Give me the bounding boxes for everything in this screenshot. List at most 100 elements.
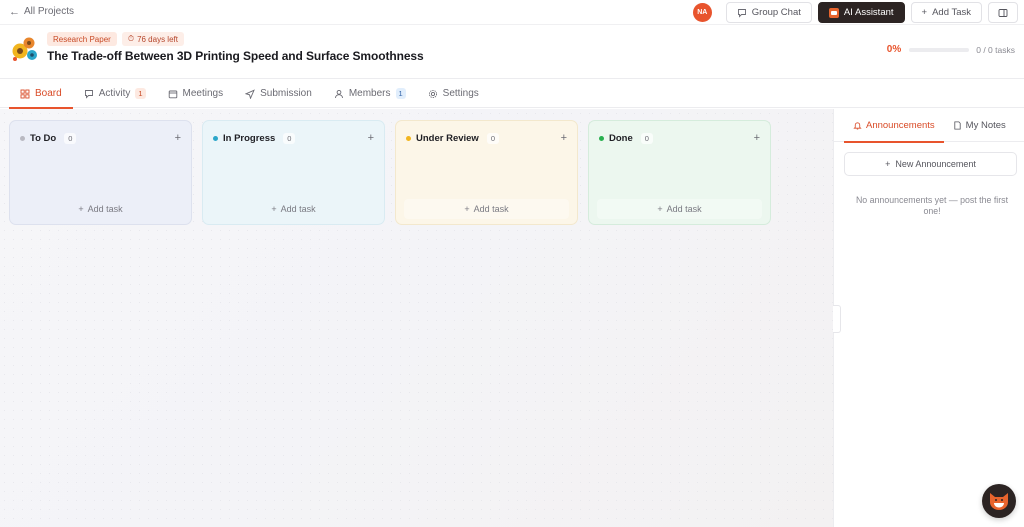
- tab-label: Board: [35, 88, 62, 99]
- column-in-progress: In Progress 0 + + Add task: [202, 120, 385, 225]
- column-add-icon[interactable]: +: [561, 132, 567, 144]
- project-type-badge: Research Paper: [47, 32, 117, 46]
- tab-label: Activity: [98, 88, 131, 99]
- project-gears-icon: [12, 37, 37, 61]
- project-progress: 0% 0 / 0 tasks: [887, 44, 1015, 55]
- tab-settings[interactable]: Settings: [417, 79, 490, 108]
- project-tags: Research Paper ⏱ 76 days left: [47, 32, 184, 46]
- top-bar: ← All Projects NA Group Chat AI Assistan…: [0, 0, 1024, 24]
- status-dot: [20, 135, 25, 141]
- tab-board[interactable]: Board: [9, 79, 73, 109]
- members-count-badge: 1: [395, 88, 406, 99]
- status-dot: [213, 135, 218, 141]
- column-count: 0: [486, 132, 499, 144]
- column-title: In Progress: [223, 132, 276, 144]
- deadline-label: 76 days left: [137, 34, 178, 44]
- tab-label: Settings: [442, 88, 479, 99]
- new-announcement-button[interactable]: + New Announcement: [844, 152, 1017, 176]
- send-icon: [245, 88, 255, 99]
- all-projects-link[interactable]: ← All Projects: [9, 6, 74, 17]
- add-task-label: Add task: [280, 204, 316, 214]
- group-chat-label: Group Chat: [751, 7, 801, 18]
- add-task-label: Add task: [473, 204, 509, 214]
- tab-members[interactable]: Members 1: [323, 79, 417, 108]
- all-projects-label: All Projects: [24, 6, 75, 17]
- activity-count-badge: 1: [135, 88, 146, 99]
- task-count: 0 / 0 tasks: [976, 44, 1015, 55]
- add-task-label: Add Task: [932, 7, 971, 18]
- add-task-label: Add task: [666, 204, 702, 214]
- add-task-button[interactable]: + Add Task: [910, 2, 982, 23]
- user-avatar[interactable]: NA: [692, 3, 712, 22]
- column-title: Done: [609, 132, 633, 144]
- timer-icon: ⏱: [127, 34, 135, 43]
- panel-collapse-handle[interactable]: [833, 305, 841, 333]
- column-header: Under Review 0 +: [406, 132, 567, 144]
- fox-mascot-icon: [990, 493, 1008, 510]
- project-title: The Trade-off Between 3D Printing Speed …: [47, 49, 424, 63]
- plus-icon: +: [271, 204, 277, 214]
- column-add-icon[interactable]: +: [754, 132, 760, 144]
- sidebar-panel-icon: [998, 8, 1008, 17]
- column-title: Under Review: [416, 132, 479, 144]
- project-header: Research Paper ⏱ 76 days left The Trade-…: [0, 24, 1024, 79]
- ai-assistant-label: AI Assistant: [843, 7, 894, 18]
- note-icon: [954, 121, 961, 130]
- plus-icon: +: [657, 204, 663, 214]
- column-add-task-button[interactable]: + Add task: [18, 199, 183, 219]
- column-add-icon[interactable]: +: [368, 132, 374, 144]
- column-count: 0: [640, 132, 653, 144]
- gear-icon: [428, 89, 437, 98]
- column-done: Done 0 + + Add task: [588, 120, 771, 225]
- plus-icon: +: [885, 159, 891, 169]
- board-icon: [20, 89, 30, 98]
- group-chat-button[interactable]: Group Chat: [725, 2, 812, 23]
- column-title: To Do: [30, 132, 57, 144]
- column-count: 0: [64, 132, 77, 144]
- plus-icon: +: [921, 7, 928, 18]
- tab-submission[interactable]: Submission: [234, 79, 323, 108]
- plus-icon: +: [78, 204, 84, 214]
- tab-my-notes[interactable]: My Notes: [944, 109, 1015, 142]
- ai-assistant-fab[interactable]: [982, 484, 1016, 518]
- column-count: 0: [283, 132, 296, 144]
- column-add-task-button[interactable]: + Add task: [404, 199, 569, 219]
- tab-announcements[interactable]: Announcements: [844, 109, 944, 143]
- column-to-do: To Do 0 + + Add task: [9, 120, 192, 225]
- tab-label: My Notes: [965, 120, 1006, 131]
- arrow-left-icon: ←: [9, 5, 20, 18]
- tab-activity[interactable]: Activity 1: [73, 79, 157, 108]
- column-header: Done 0 +: [599, 132, 760, 144]
- board-columns: To Do 0 + + Add task In Progress 0 + + A…: [9, 120, 771, 225]
- project-tabs: Board Activity 1 Meetings Submission Mem…: [0, 79, 1024, 109]
- status-dot: [599, 135, 604, 141]
- chat-bubble-icon: [737, 8, 746, 18]
- ai-mascot-icon: [828, 7, 839, 18]
- announcements-panel: Announcements My Notes + New Announcemen…: [833, 109, 1024, 527]
- top-actions: NA Group Chat AI Assistant + Add Task: [692, 2, 1018, 23]
- user-icon: [334, 89, 343, 98]
- toggle-panel-button[interactable]: [988, 2, 1018, 23]
- kanban-board: To Do 0 + + Add task In Progress 0 + + A…: [0, 109, 834, 527]
- new-announcement-label: New Announcement: [895, 159, 976, 169]
- side-panel-tabs: Announcements My Notes: [834, 109, 1024, 143]
- chat-icon: [84, 89, 93, 99]
- calendar-icon: [168, 90, 177, 98]
- column-add-task-button[interactable]: + Add task: [211, 199, 376, 219]
- progress-bar: [909, 47, 970, 52]
- tab-meetings[interactable]: Meetings: [157, 79, 235, 108]
- empty-announcements-text: No announcements yet — post the first on…: [855, 195, 1009, 216]
- tab-label: Submission: [260, 88, 312, 99]
- column-add-task-button[interactable]: + Add task: [597, 199, 762, 219]
- column-header: In Progress 0 +: [213, 132, 374, 144]
- tab-label: Meetings: [182, 88, 224, 99]
- column-under-review: Under Review 0 + + Add task: [395, 120, 578, 225]
- tab-label: Announcements: [866, 120, 935, 131]
- bell-icon: [853, 122, 862, 130]
- column-add-icon[interactable]: +: [175, 132, 181, 144]
- add-task-label: Add task: [87, 204, 123, 214]
- column-header: To Do 0 +: [20, 132, 181, 144]
- ai-assistant-button[interactable]: AI Assistant: [817, 2, 905, 23]
- plus-icon: +: [464, 204, 470, 214]
- main-area: To Do 0 + + Add task In Progress 0 + + A…: [0, 109, 1024, 527]
